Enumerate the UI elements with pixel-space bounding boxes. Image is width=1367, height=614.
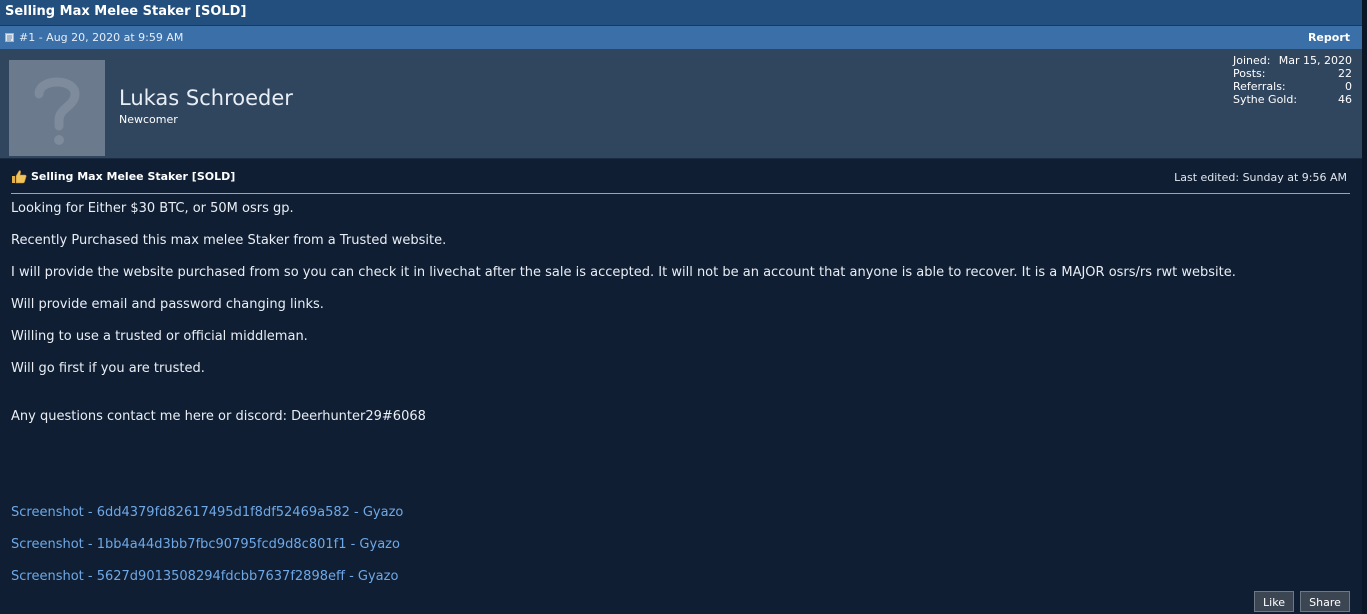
post-line: Any questions contact me here or discord…: [11, 409, 426, 424]
post-line: I will provide the website purchased fro…: [11, 265, 1236, 280]
author-username[interactable]: Lukas Schroeder: [119, 86, 293, 110]
thumbs-up-icon: [12, 170, 27, 184]
thread-title-bar: Selling Max Melee Staker [SOLD]: [0, 0, 1367, 26]
post-line: Recently Purchased this max melee Staker…: [11, 233, 447, 248]
post-icon: [5, 33, 14, 42]
author-stats: Joined: Mar 15, 2020 Posts: 22 Referrals…: [1233, 54, 1352, 106]
scrollbar-gutter: [1362, 0, 1367, 614]
screenshot-link-3[interactable]: Screenshot - 5627d9013508294fdcbb7637f28…: [11, 569, 398, 584]
default-avatar[interactable]: [9, 60, 105, 156]
thread-title: Selling Max Melee Staker [SOLD]: [5, 4, 247, 19]
post-line: Will provide email and password changing…: [11, 297, 324, 312]
screenshot-link-1[interactable]: Screenshot - 6dd4379fd82617495d1f8df5246…: [11, 505, 403, 520]
post-header: Selling Max Melee Staker [SOLD] Last edi…: [11, 168, 1350, 194]
author-rank: Newcomer: [119, 113, 178, 126]
stat-sythe-gold: Sythe Gold: 46: [1233, 93, 1352, 106]
share-button[interactable]: Share: [1300, 591, 1350, 612]
author-profile-panel: Lukas Schroeder Newcomer Joined: Mar 15,…: [0, 49, 1362, 159]
post-line: Looking for Either $30 BTC, or 50M osrs …: [11, 201, 294, 216]
screenshot-link-2[interactable]: Screenshot - 1bb4a44d3bb7fbc90795fcd9d8c…: [11, 537, 400, 552]
post-title: Selling Max Melee Staker [SOLD]: [31, 170, 236, 183]
post-line: Will go first if you are trusted.: [11, 361, 205, 376]
post-permalink[interactable]: #1 - Aug 20, 2020 at 9:59 AM: [19, 31, 183, 44]
stat-referrals: Referrals: 0: [1233, 80, 1352, 93]
stat-posts: Posts: 22: [1233, 67, 1352, 80]
last-edited: Last edited: Sunday at 9:56 AM: [1174, 171, 1347, 184]
stat-joined: Joined: Mar 15, 2020: [1233, 54, 1352, 67]
report-link[interactable]: Report: [1308, 31, 1350, 44]
like-button[interactable]: Like: [1254, 591, 1294, 612]
post-meta-bar: #1 - Aug 20, 2020 at 9:59 AM Report: [0, 26, 1362, 49]
post-line: Willing to use a trusted or official mid…: [11, 329, 308, 344]
